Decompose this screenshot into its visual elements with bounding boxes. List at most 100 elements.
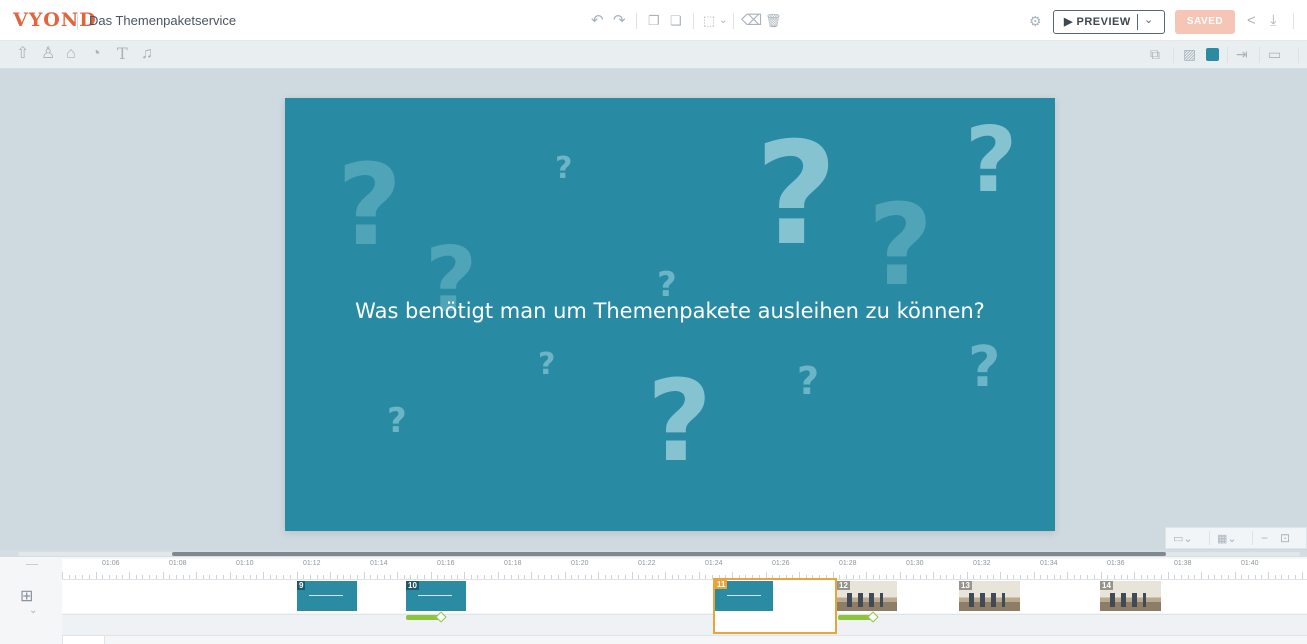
ruler-tick (497, 572, 499, 579)
swap-icon[interactable]: ⧉ (1150, 46, 1160, 62)
grid-icon[interactable]: ▦⌄ (1217, 531, 1237, 547)
scrollbar-thumb[interactable] (172, 552, 1166, 556)
copy-icon[interactable]: ❐ (648, 13, 660, 29)
ruler-tick (1187, 575, 1189, 579)
scene-thumbnail[interactable]: 10 (406, 581, 466, 611)
share-icon[interactable]: < (1247, 13, 1256, 29)
ruler-tick (1261, 575, 1263, 579)
scene-thumbnail[interactable]: 13 (959, 581, 1020, 611)
clear-icon[interactable]: ⌫ (741, 13, 762, 29)
divider (1298, 47, 1299, 63)
ruler-tick (926, 575, 928, 579)
ruler-tick (537, 575, 539, 579)
ruler-time-label: 01:06 (102, 560, 120, 567)
ruler-tick (685, 575, 687, 579)
background-color-swatch[interactable] (1206, 48, 1219, 61)
scene-thumbnail[interactable]: 14 (1100, 581, 1161, 611)
question-mark-decoration: ? (337, 141, 402, 271)
ruler-tick (1288, 575, 1290, 579)
character-icon[interactable]: ♙ (41, 46, 55, 62)
ruler-tick (1301, 572, 1303, 579)
ruler-tick (1046, 575, 1048, 579)
ruler-tick (644, 575, 646, 579)
question-mark-decoration: ? (965, 108, 1018, 213)
ruler-tick (886, 575, 888, 579)
ruler-time-label: 01:26 (772, 560, 790, 567)
settings-icon[interactable]: ⚙ (1029, 13, 1042, 29)
ruler-tick (1006, 575, 1008, 579)
ruler-tick (986, 575, 988, 579)
scene-preview (297, 581, 357, 611)
layers-icon[interactable]: ⬚ (703, 13, 715, 29)
ruler-tick (966, 572, 968, 579)
download-icon[interactable]: ⤓ (1270, 13, 1277, 29)
undo-icon[interactable]: ↶ (591, 13, 604, 29)
horizontal-scrollbar[interactable] (18, 552, 1300, 556)
scene-text-line (309, 595, 343, 596)
enter-effect-icon[interactable]: ⇥ (1236, 46, 1248, 62)
ruler-tick (557, 575, 559, 579)
chevron-down-icon[interactable]: ⌄ (719, 13, 727, 29)
redo-icon[interactable]: ↷ (613, 13, 626, 29)
ruler-tick (691, 575, 693, 579)
ruler-tick (142, 575, 144, 579)
ruler-tick (604, 575, 606, 579)
divider (1137, 14, 1138, 30)
question-mark-decoration: ? (968, 335, 1001, 400)
ruler-tick (1247, 575, 1249, 579)
question-mark-decoration: ? (647, 357, 712, 487)
scene-number: 13 (959, 581, 972, 590)
chart-icon[interactable]: ◔ (91, 46, 101, 62)
text-icon[interactable]: T (117, 46, 128, 62)
ruler-tick (209, 575, 211, 579)
tab-layers[interactable] (62, 635, 105, 644)
ruler-tick (330, 572, 331, 579)
chevron-down-icon[interactable]: ⌄ (29, 603, 37, 619)
music-icon[interactable]: ♫ (141, 46, 153, 62)
paste-icon[interactable]: ❏ (670, 13, 682, 29)
scene-thumbnail[interactable]: 11 (713, 578, 837, 634)
divider (636, 13, 637, 29)
scene-canvas[interactable]: ? ? ? ? ? ? ? ? ? ? ? ? Was benötigt man… (285, 98, 1055, 531)
zoom-fit-icon[interactable]: ⊡ (1280, 530, 1290, 546)
background-image-icon[interactable]: ▨ (1183, 46, 1196, 62)
ruler-tick (376, 575, 378, 579)
ruler-tick (263, 572, 264, 579)
ruler-tick (1080, 575, 1082, 579)
ruler-tick (196, 572, 197, 579)
ruler-tick (651, 575, 653, 579)
ruler-tick (1026, 575, 1028, 579)
ruler-tick (879, 575, 881, 579)
ruler-tick (169, 575, 171, 579)
ruler-tick (1154, 575, 1156, 579)
camera-icon[interactable]: ▭ (1268, 46, 1281, 62)
vyond-logo[interactable]: VYOND (13, 9, 97, 31)
scene-thumbnail[interactable]: 12 (837, 581, 897, 611)
ruler-tick (229, 572, 231, 579)
ruler-tick (1214, 575, 1216, 579)
ruler-time-label: 01:10 (236, 560, 254, 567)
collapse-handle[interactable] (26, 564, 38, 565)
ruler-tick (350, 575, 352, 579)
ruler-tick (1060, 575, 1062, 579)
view-mode-icon[interactable]: ▭⌄ (1173, 531, 1193, 547)
upload-icon[interactable]: ⇧ (16, 46, 29, 62)
preview-button[interactable]: ▶ PREVIEW ⌄ (1053, 10, 1165, 34)
scene-thumbnail[interactable]: 9 (297, 581, 357, 611)
zoom-out-icon[interactable]: − (1261, 530, 1268, 546)
ruler-tick (1073, 575, 1075, 579)
delete-icon[interactable]: 🗑 (765, 13, 782, 29)
ruler-time-label: 01:22 (638, 560, 656, 567)
scene-number: 12 (837, 581, 850, 590)
ruler-tick (155, 575, 157, 579)
ruler-tick (82, 575, 84, 579)
prop-icon[interactable]: ⌂ (66, 46, 76, 62)
slide-question-text[interactable]: Was benötigt man um Themenpakete ausleih… (285, 299, 1055, 323)
timeline-ruler[interactable]: 01:06 01:08 01:10 01:12 01:14 01:16 01:18 01:20… (62, 559, 1307, 580)
saved-button[interactable]: SAVED (1175, 10, 1235, 34)
chevron-down-icon[interactable]: ⌄ (1144, 13, 1153, 26)
asset-toolbar: ⇧ ♙ ⌂ ◔ T ♫ ⧉ ▨ ⇥ ▭ (0, 41, 1307, 69)
ruler-tick (859, 575, 861, 579)
project-title[interactable]: Das Themenpaketservice (89, 13, 236, 28)
ruler-tick (1201, 572, 1202, 579)
